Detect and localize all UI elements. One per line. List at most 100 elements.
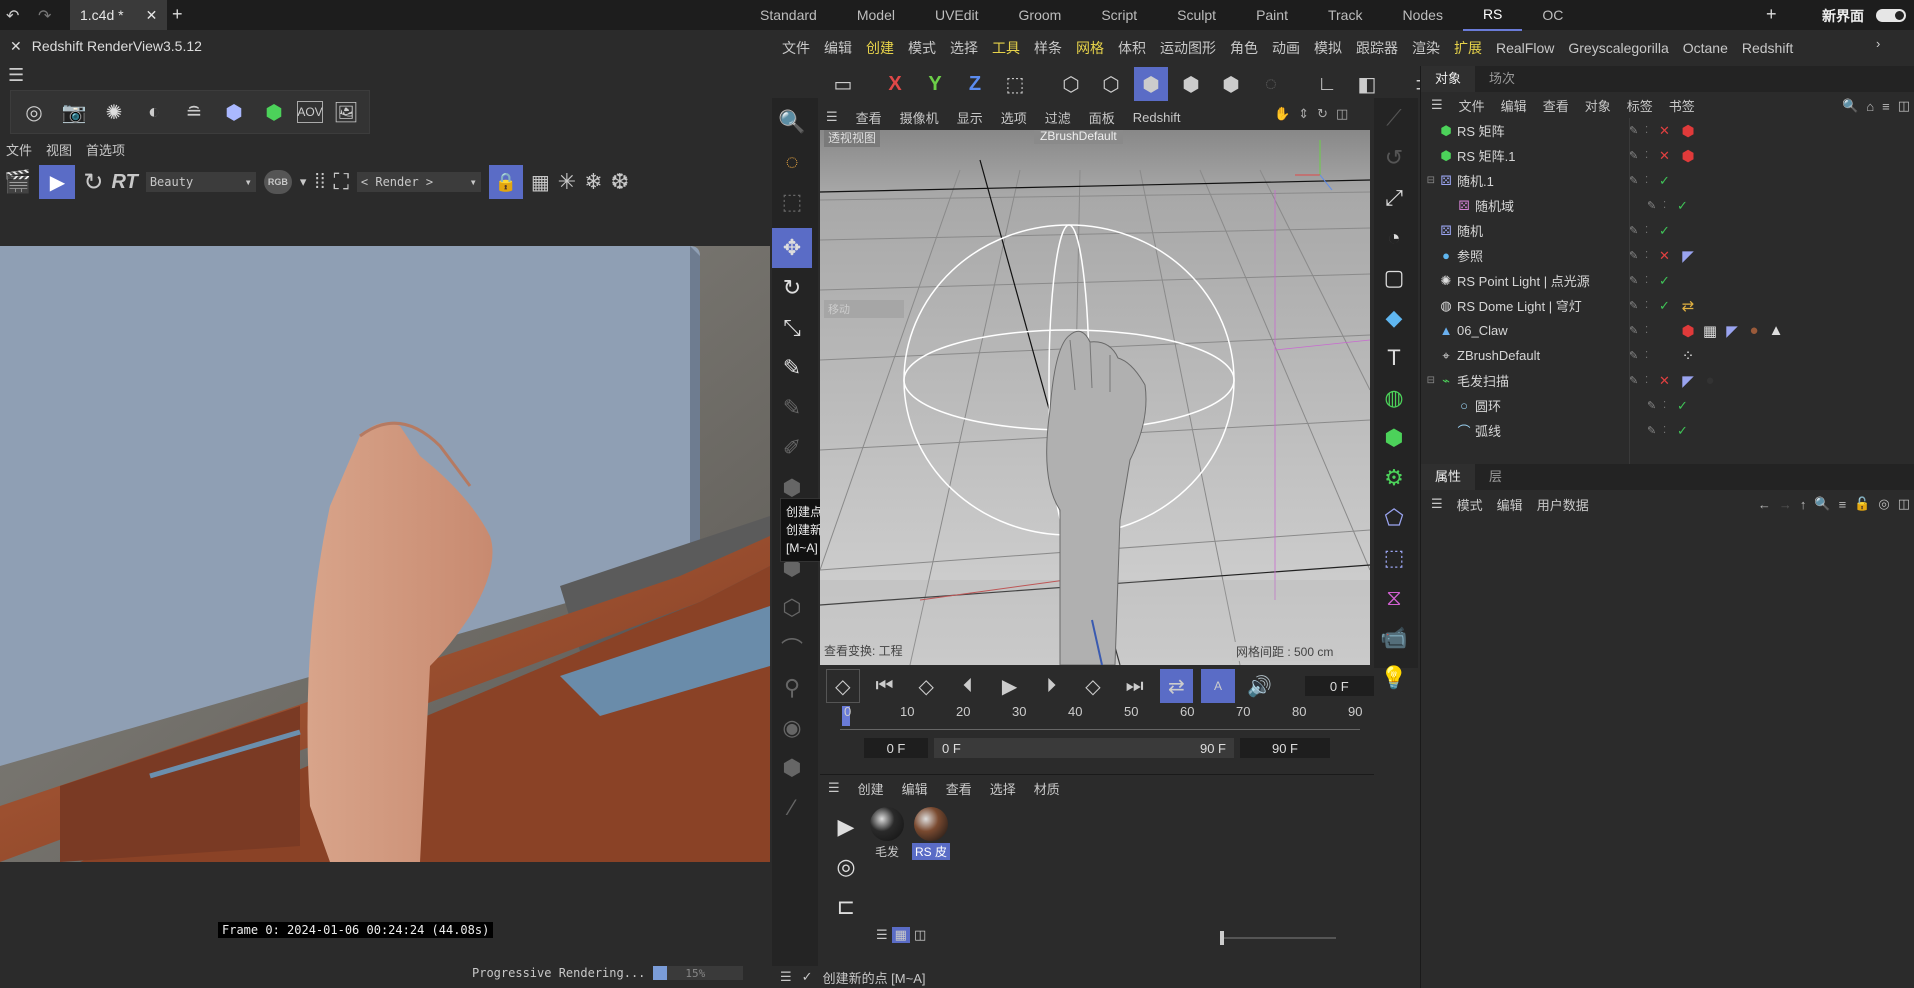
object-row[interactable]: ⊟ ⚄ 随机.1 ✎ ⁚ ✓: [1421, 168, 1914, 193]
material-menu-item[interactable]: 编辑: [902, 779, 928, 798]
tag-tri-icon[interactable]: ▲: [1765, 322, 1787, 339]
sketch-icon[interactable]: ✎: [772, 388, 812, 428]
play-render-icon[interactable]: ▶: [39, 165, 76, 199]
render-select[interactable]: < Render > ▾: [356, 172, 481, 192]
layout-tab-sculpt[interactable]: Sculpt: [1157, 0, 1236, 30]
viewport-menu-item[interactable]: Redshift: [1133, 110, 1181, 125]
disabled-icon[interactable]: ✕: [1659, 123, 1677, 139]
environment-icon[interactable]: ≘: [177, 95, 211, 129]
weld-icon[interactable]: ◉: [772, 708, 812, 748]
tag-yellow-icon[interactable]: ⇄: [1677, 297, 1699, 315]
rotate-tool-icon[interactable]: ◔: [1374, 218, 1414, 258]
object-name[interactable]: RS Dome Light | 穹灯: [1457, 296, 1629, 315]
material-swatch[interactable]: 毛发: [868, 807, 906, 860]
render-region-icon[interactable]: ◎: [17, 95, 51, 129]
loop-icon[interactable]: ⇄: [1159, 669, 1194, 703]
snowflake-icon[interactable]: ✳: [558, 169, 576, 195]
enabled-check-icon[interactable]: ✓: [1659, 273, 1677, 289]
sky-icon[interactable]: ◐: [137, 95, 171, 129]
axis-y-button[interactable]: Y: [918, 67, 952, 101]
edit-icon[interactable]: ✎: [1629, 224, 1645, 237]
object-name[interactable]: 圆环: [1475, 396, 1647, 415]
om-menu-item[interactable]: 查看: [1543, 96, 1569, 115]
edit-icon[interactable]: ✎: [1647, 399, 1663, 412]
main-menu-item[interactable]: 网格: [1076, 38, 1104, 58]
object-name[interactable]: RS 矩阵.1: [1457, 146, 1629, 165]
magnet-tool-icon[interactable]: ⬢: [772, 748, 812, 788]
grid-view-icon[interactable]: ▦: [891, 927, 910, 943]
search-icon[interactable]: 🔍: [1814, 496, 1830, 512]
axis-x-button[interactable]: X: [878, 67, 912, 101]
deformer-icon[interactable]: ⬠: [1374, 498, 1414, 538]
maximize-icon[interactable]: ◫: [1336, 106, 1348, 122]
main-menu-item[interactable]: 创建: [866, 38, 894, 58]
visibility-dots-icon[interactable]: ⁚: [1645, 350, 1659, 361]
layout-tab-nodes[interactable]: Nodes: [1382, 0, 1462, 30]
object-row[interactable]: ◍ RS Dome Light | 穹灯 ✎ ⁚ ✓ ⇄: [1421, 293, 1914, 318]
tab-takes[interactable]: 场次: [1475, 66, 1529, 92]
cube-icon[interactable]: ◆: [1374, 298, 1414, 338]
workplane-icon[interactable]: ◧: [1350, 67, 1384, 101]
proxy-icon[interactable]: ⬢: [217, 95, 251, 129]
attr-menu-item[interactable]: 编辑: [1497, 495, 1523, 514]
viewport-menu-item[interactable]: 摄像机: [900, 108, 939, 127]
viewport-hamburger-icon[interactable]: ☰: [826, 109, 838, 125]
rt-label[interactable]: RT: [112, 171, 138, 194]
viewport-menu-item[interactable]: 显示: [957, 108, 983, 127]
object-row[interactable]: ● 参照 ✎ ⁚ ✕ ◤: [1421, 243, 1914, 268]
sound-icon[interactable]: 🔊: [1243, 669, 1277, 703]
hamburger-icon[interactable]: ☰: [8, 65, 24, 86]
object-name[interactable]: ZBrushDefault: [1457, 348, 1629, 363]
layout-tab-uvedit[interactable]: UVEdit: [915, 0, 999, 30]
enabled-check-icon[interactable]: ✓: [1677, 198, 1695, 214]
close-panel-icon[interactable]: ✕: [10, 38, 22, 55]
camera-tool-icon[interactable]: 📹: [1374, 618, 1414, 658]
goto-start-icon[interactable]: ⏮: [868, 669, 902, 703]
om-menu-item[interactable]: 编辑: [1501, 96, 1527, 115]
edit-icon[interactable]: ✎: [1629, 349, 1645, 362]
object-name[interactable]: 随机域: [1475, 196, 1647, 215]
tag-ball-dark-icon[interactable]: ●: [1699, 372, 1721, 389]
play-icon[interactable]: ▶: [993, 669, 1027, 703]
edit-icon[interactable]: ✎: [1629, 124, 1645, 137]
layout-tab-track[interactable]: Track: [1308, 0, 1382, 30]
tag-tag-icon[interactable]: ◤: [1677, 247, 1699, 265]
viewport-label[interactable]: 透视视图: [824, 130, 881, 147]
object-row[interactable]: ▲ 06_Claw ✎ ⁚ ⬢ ▦ ◤ ● ▲: [1421, 318, 1914, 343]
tab-layers[interactable]: 层: [1475, 464, 1516, 490]
visibility-dots-icon[interactable]: ⁚: [1663, 400, 1677, 411]
object-name[interactable]: 随机.1: [1457, 171, 1629, 190]
texture-mode-icon[interactable]: ⬢: [1214, 67, 1248, 101]
undo-view-icon[interactable]: ▭: [826, 67, 860, 101]
main-menu-item[interactable]: 角色: [1230, 38, 1258, 58]
back-icon[interactable]: ←: [1758, 497, 1771, 512]
rs-object-icon[interactable]: ⬢: [257, 95, 291, 129]
main-menu-item[interactable]: 工具: [992, 38, 1020, 58]
autokey-icon[interactable]: A: [1201, 669, 1235, 703]
bucket-grid-icon[interactable]: ▦: [531, 170, 550, 195]
scale-icon[interactable]: ⤡: [772, 308, 812, 348]
object-row[interactable]: ✺ RS Point Light | 点光源 ✎ ⁚ ✓: [1421, 268, 1914, 293]
om-menu-item[interactable]: 书签: [1669, 96, 1695, 115]
new-interface-label[interactable]: 新界面: [1822, 6, 1864, 26]
prev-frame-icon[interactable]: ⏴: [951, 669, 985, 703]
aov-select[interactable]: Beauty ▾: [145, 172, 256, 192]
visibility-dots-icon[interactable]: ⁚: [1645, 300, 1659, 311]
file-tab[interactable]: 1.c4d * ✕: [70, 0, 168, 30]
main-menu-item[interactable]: Octane: [1683, 40, 1728, 56]
redo-icon[interactable]: ↷: [38, 6, 51, 26]
grid-dots-icon[interactable]: ⁞⁞: [314, 171, 325, 194]
material-swatch[interactable]: RS 皮: [912, 807, 950, 860]
enabled-check-icon[interactable]: ✓: [1677, 423, 1695, 439]
object-name[interactable]: 弧线: [1475, 421, 1647, 440]
edit-icon[interactable]: ✎: [1629, 274, 1645, 287]
lock-icon[interactable]: 🔓: [1854, 496, 1870, 512]
layout-tab-standard[interactable]: Standard: [740, 0, 837, 30]
close-tab-icon[interactable]: ✕: [146, 7, 158, 24]
rotate-icon[interactable]: ↻: [772, 268, 812, 308]
aov-icon[interactable]: AOV: [297, 101, 323, 123]
tag-red-cube-icon[interactable]: ⬢: [1677, 147, 1699, 165]
brush-icon[interactable]: ⚲: [772, 668, 812, 708]
attr-hamburger-icon[interactable]: ☰: [1431, 496, 1443, 512]
crop-icon[interactable]: ⛶: [333, 169, 348, 195]
